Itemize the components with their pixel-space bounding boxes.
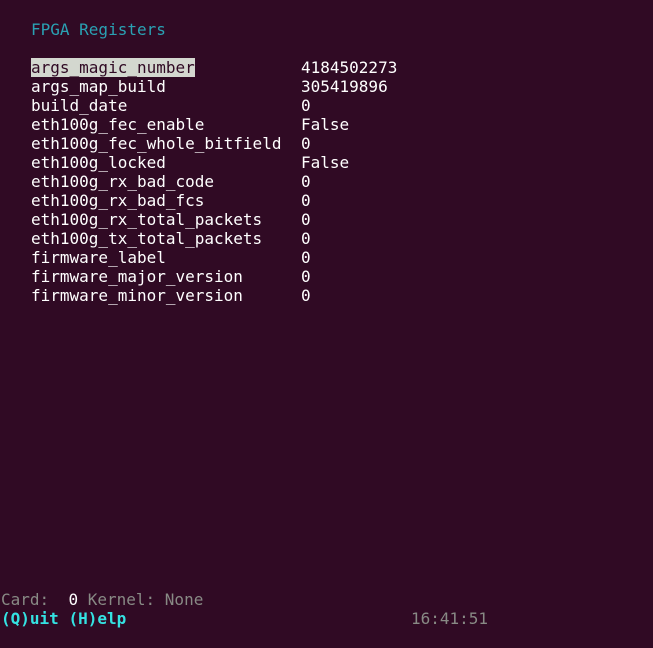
kernel-label: Kernel: (87, 590, 156, 609)
register-value: 0 (301, 134, 311, 153)
register-value: 4184502273 (301, 58, 398, 77)
register-row[interactable]: eth100g_rx_bad_code 0 (31, 172, 631, 191)
register-row[interactable]: eth100g_locked False (31, 153, 631, 172)
register-name: eth100g_tx_total_packets (31, 229, 263, 248)
register-value: 0 (301, 172, 311, 191)
register-name: eth100g_fec_whole_bitfield (31, 134, 282, 153)
quit-hint[interactable]: (Q)uit (1, 609, 59, 628)
page-title: FPGA Registers (31, 20, 166, 39)
register-name: eth100g_rx_total_packets (31, 210, 263, 229)
register-name: firmware_major_version (31, 267, 243, 286)
card-value: 0 (68, 590, 79, 609)
register-row[interactable]: build_date 0 (31, 96, 631, 115)
register-name: build_date (31, 96, 128, 115)
register-name: eth100g_rx_bad_fcs (31, 191, 205, 210)
register-value: 305419896 (301, 77, 388, 96)
register-name: eth100g_rx_bad_code (31, 172, 215, 191)
register-name: firmware_minor_version (31, 286, 243, 305)
card-label: Card: (1, 590, 50, 609)
register-value: 0 (301, 96, 311, 115)
register-row[interactable]: args_magic_number 4184502273 (31, 58, 631, 77)
register-row[interactable]: firmware_minor_version 0 (31, 286, 631, 305)
register-row[interactable]: eth100g_rx_total_packets 0 (31, 210, 631, 229)
register-value: 0 (301, 248, 311, 267)
register-value: 0 (301, 229, 311, 248)
register-row[interactable]: args_map_build 305419896 (31, 77, 631, 96)
status-bar: Card: 0 Kernel: None (1, 590, 203, 609)
register-row[interactable]: eth100g_rx_bad_fcs 0 (31, 191, 631, 210)
register-value: False (301, 115, 350, 134)
register-list: args_magic_number 4184502273 args_map_bu… (31, 58, 631, 305)
register-value: False (301, 153, 350, 172)
help-hint[interactable]: (H)elp (68, 609, 126, 628)
register-value: 0 (301, 210, 311, 229)
key-hints: (Q)uit (H)elp (1, 609, 126, 628)
register-value: 0 (301, 286, 311, 305)
register-name: eth100g_locked (31, 153, 166, 172)
register-name: eth100g_fec_enable (31, 115, 205, 134)
register-row[interactable]: firmware_major_version 0 (31, 267, 631, 286)
clock: 16:41:51 (411, 609, 489, 628)
register-name: args_magic_number (31, 58, 195, 77)
register-name: firmware_label (31, 248, 166, 267)
register-value: 0 (301, 191, 311, 210)
register-row[interactable]: eth100g_tx_total_packets 0 (31, 229, 631, 248)
register-row[interactable]: firmware_label 0 (31, 248, 631, 267)
register-name: args_map_build (31, 77, 166, 96)
register-row[interactable]: eth100g_fec_whole_bitfield 0 (31, 134, 631, 153)
kernel-value: None (164, 590, 204, 609)
register-value: 0 (301, 267, 311, 286)
register-row[interactable]: eth100g_fec_enable False (31, 115, 631, 134)
